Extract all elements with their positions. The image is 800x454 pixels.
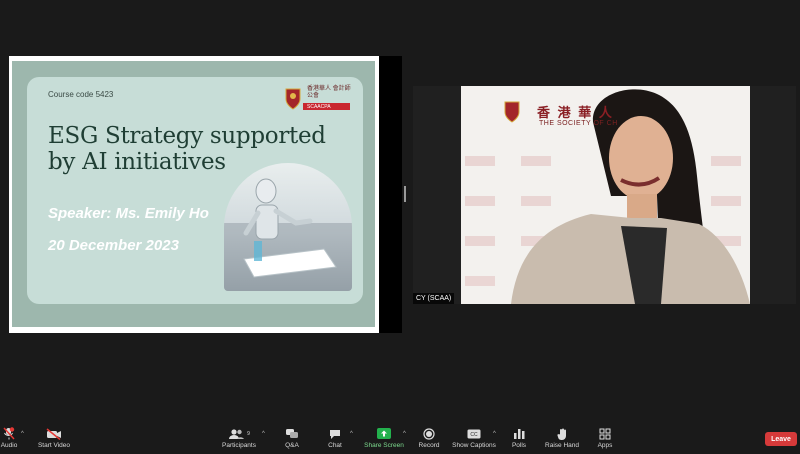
microphone-muted-icon xyxy=(3,427,15,440)
raise-hand-button[interactable]: Raise Hand xyxy=(545,427,579,451)
qa-icon xyxy=(285,427,299,440)
leave-button[interactable]: Leave xyxy=(765,432,797,446)
qa-button[interactable]: Q&A xyxy=(282,427,302,451)
logo-chinese-text: 香港華人 會計師公會 xyxy=(307,86,351,99)
video-feed: 香 港 華 人 THE SOCIETY OF CH xyxy=(461,86,750,304)
audio-options-caret[interactable]: ^ xyxy=(21,431,24,437)
show-captions-button[interactable]: CC Show Captions xyxy=(452,427,496,451)
polls-label: Polls xyxy=(511,442,527,449)
robot-image xyxy=(224,163,352,291)
apps-button[interactable]: Apps xyxy=(596,427,614,451)
hand-icon xyxy=(556,427,568,440)
chat-icon xyxy=(329,427,341,440)
qa-label: Q&A xyxy=(285,442,299,449)
chat-label: Chat xyxy=(328,442,342,449)
start-video-button[interactable]: Start Video xyxy=(37,427,71,451)
slide-date: 20 December 2023 xyxy=(48,237,179,254)
participants-button[interactable]: 9 Participants xyxy=(221,427,257,451)
slide-card: Course code 5423 香港華人 會計師公會 SCAACPA ESG … xyxy=(27,77,363,304)
logo-abbr-text: SCAACPA xyxy=(307,104,331,110)
share-screen-icon xyxy=(377,427,391,440)
split-view-divider[interactable] xyxy=(404,186,406,202)
record-icon xyxy=(423,427,435,440)
participant-name-label: CY (SCAA) xyxy=(413,293,455,304)
chat-options-caret[interactable]: ^ xyxy=(350,431,353,437)
video-off-icon xyxy=(46,427,62,440)
shared-screen: Course code 5423 香港華人 會計師公會 SCAACPA ESG … xyxy=(9,56,379,333)
show-captions-label: Show Captions xyxy=(452,442,496,449)
share-screen-button[interactable]: Share Screen xyxy=(364,427,404,451)
participants-label: Participants xyxy=(222,442,256,449)
slide: Course code 5423 香港華人 會計師公會 SCAACPA ESG … xyxy=(12,61,375,327)
participants-count: 9 xyxy=(247,430,250,437)
meeting-toolbar: Audio ^ Start Video 9 Participants ^ Q&A… xyxy=(0,424,800,454)
audio-label: Audio xyxy=(0,442,18,449)
backdrop-english-text: THE SOCIETY OF CH xyxy=(539,120,618,127)
polls-button[interactable]: Polls xyxy=(510,427,528,451)
share-screen-label: Share Screen xyxy=(364,442,404,449)
record-label: Record xyxy=(418,442,440,449)
chat-button[interactable]: Chat xyxy=(326,427,344,451)
participants-icon: 9 xyxy=(228,427,250,440)
raise-hand-label: Raise Hand xyxy=(545,442,579,449)
backdrop-chinese-text: 香 港 華 人 xyxy=(537,105,614,120)
audio-button[interactable]: Audio xyxy=(0,427,18,451)
slide-speaker: Speaker: Ms. Emily Ho xyxy=(48,205,209,222)
polls-icon xyxy=(513,427,525,440)
participants-options-caret[interactable]: ^ xyxy=(262,431,265,437)
participant-video[interactable]: 香 港 華 人 THE SOCIETY OF CH CY (SCAA) xyxy=(413,86,796,304)
captions-options-caret[interactable]: ^ xyxy=(493,431,496,437)
apps-label: Apps xyxy=(597,442,613,449)
course-code: Course code 5423 xyxy=(48,90,114,99)
captions-icon: CC xyxy=(467,427,481,440)
share-side-strip xyxy=(379,56,402,333)
share-options-caret[interactable]: ^ xyxy=(403,431,406,437)
record-button[interactable]: Record xyxy=(418,427,440,451)
slide-title-line-1: ESG Strategy supported xyxy=(48,123,326,149)
start-video-label: Start Video xyxy=(37,442,71,449)
apps-icon xyxy=(599,427,611,440)
svg-text:CC: CC xyxy=(470,432,478,438)
